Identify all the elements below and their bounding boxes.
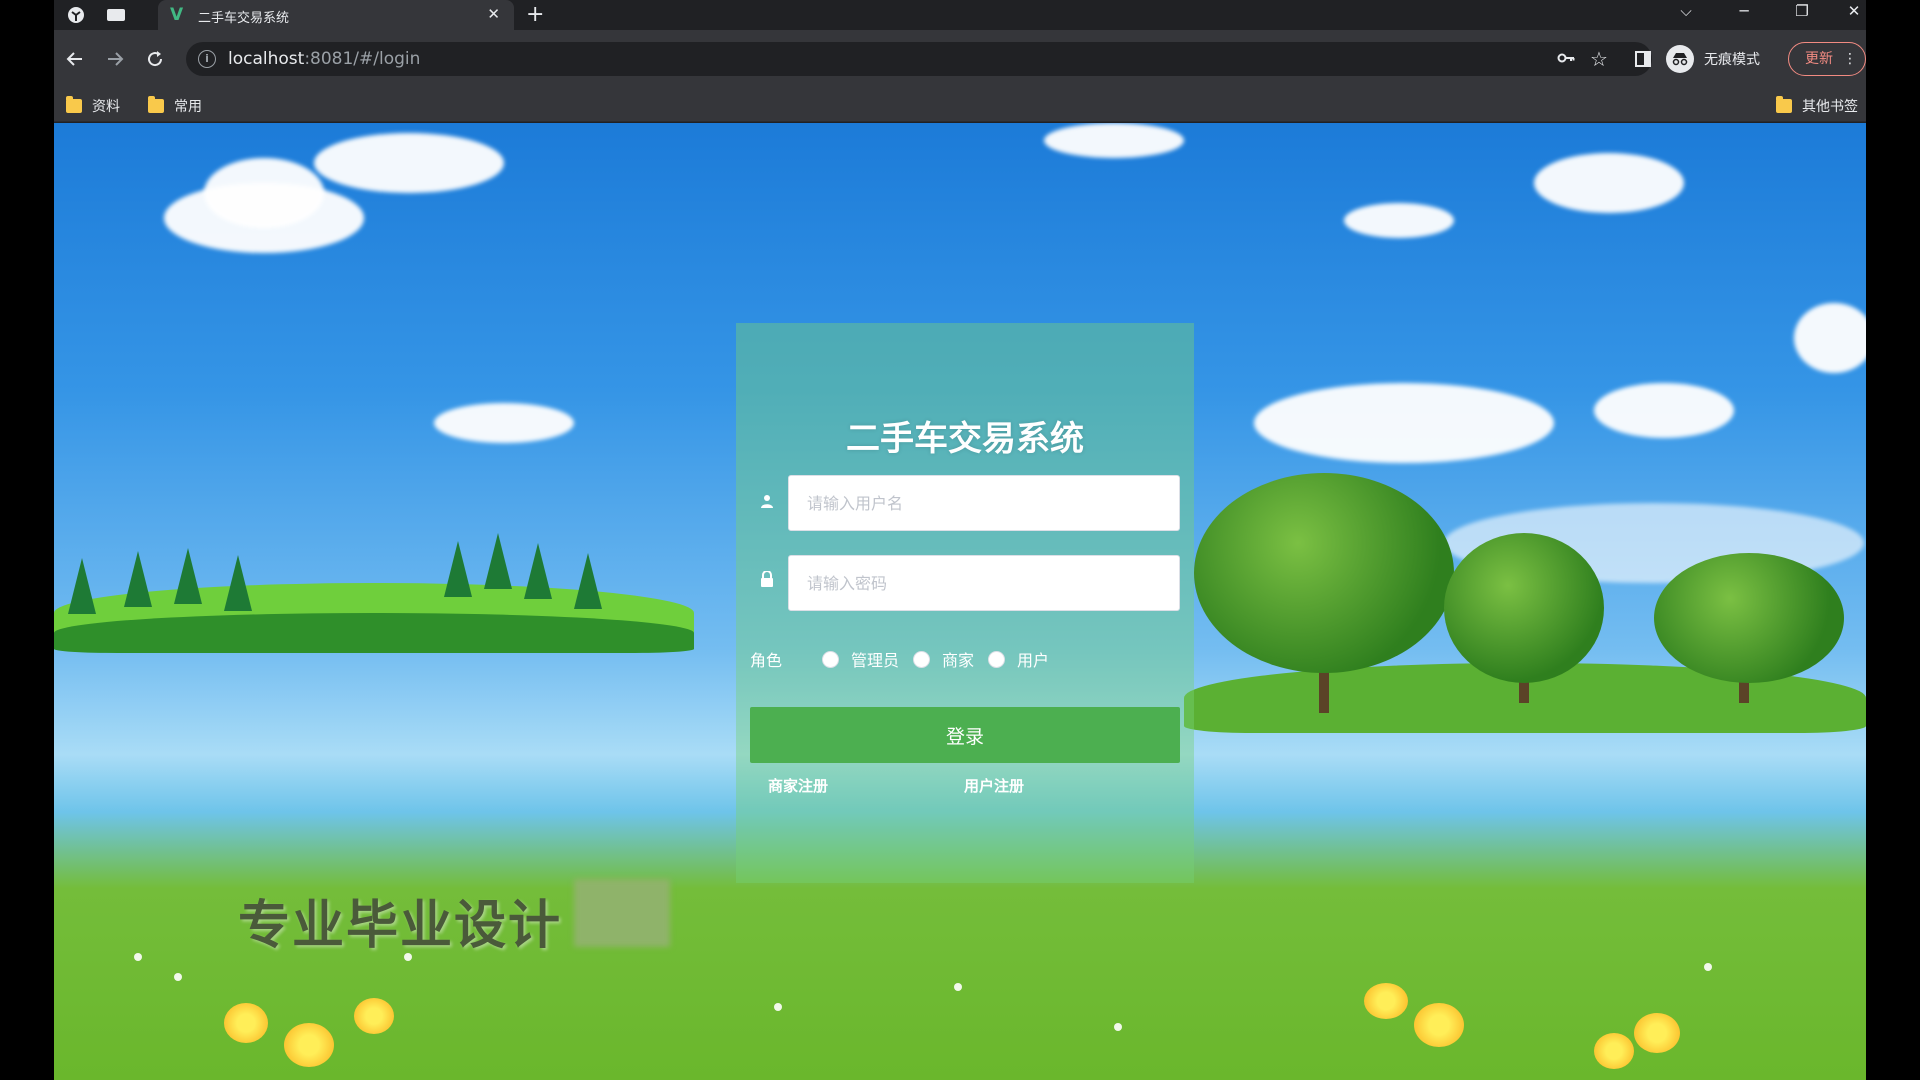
forward-icon[interactable]: [100, 44, 130, 74]
pine-tree: [444, 541, 472, 597]
bookmark-label: 常用: [174, 99, 202, 115]
pine-tree: [174, 548, 202, 604]
lock-icon: [760, 570, 774, 587]
left-island-bushes: [54, 613, 694, 653]
tab-strip: V 二手车交易系统 ✕ + ⌵ ─ ❐ ✕: [54, 0, 1866, 30]
role-option-label: 管理员: [851, 651, 900, 670]
minimize-icon[interactable]: ─: [1724, 2, 1764, 20]
flower: [284, 1023, 334, 1067]
user-icon: [760, 493, 774, 508]
restore-icon[interactable]: ❐: [1782, 2, 1822, 20]
tab-title: 二手车交易系统: [198, 11, 290, 26]
cloud: [1254, 383, 1554, 463]
key-icon[interactable]: [1556, 48, 1576, 73]
other-bookmarks[interactable]: 其他书签: [1776, 96, 1858, 116]
new-tab-icon[interactable]: +: [526, 2, 544, 27]
url-host: localhost: [228, 49, 305, 69]
tab-dropdown-icon[interactable]: ⌵: [1666, 2, 1706, 20]
login-button[interactable]: 登录: [750, 707, 1180, 763]
address-bar[interactable]: i localhost:8081/#/login ☆: [186, 42, 1652, 76]
star-icon[interactable]: ☆: [1590, 47, 1608, 71]
close-tab-icon[interactable]: ✕: [487, 5, 500, 23]
merchant-register-link[interactable]: 商家注册: [768, 775, 828, 796]
flower: [1364, 983, 1408, 1019]
browser-window: V 二手车交易系统 ✕ + ⌵ ─ ❐ ✕ i localhost:8081/#…: [54, 0, 1866, 1080]
side-panel-icon[interactable]: [1628, 44, 1658, 74]
folder-icon: [66, 96, 82, 113]
login-panel: 二手车交易系统 角色 管理员 商家: [736, 323, 1194, 883]
bookmarks-bar: 资料 常用 其他书签: [54, 88, 1866, 122]
incognito-icon: [1666, 45, 1694, 73]
role-label: 角色: [750, 651, 783, 670]
user-register-link[interactable]: 用户注册: [964, 775, 1024, 796]
folder-icon: [148, 96, 164, 113]
role-option-merchant[interactable]: 商家: [913, 647, 974, 671]
tab-active[interactable]: V 二手车交易系统 ✕: [158, 0, 514, 30]
system-title: 二手车交易系统: [846, 419, 1084, 459]
radio-icon[interactable]: [822, 650, 840, 668]
daisy: [1704, 963, 1712, 971]
cloud: [1344, 203, 1454, 238]
close-window-icon[interactable]: ✕: [1834, 2, 1866, 20]
tab-search-icon[interactable]: [104, 4, 128, 26]
browser-menu-icon[interactable]: [64, 4, 88, 26]
role-selector: 角色 管理员 商家 用户: [750, 647, 1063, 671]
flower: [354, 998, 394, 1034]
daisy: [134, 953, 142, 961]
password-input[interactable]: [788, 555, 1180, 611]
tree: [1654, 553, 1844, 683]
cloud: [1794, 303, 1866, 373]
radio-icon[interactable]: [988, 650, 1006, 668]
flower: [1634, 1013, 1680, 1053]
pine-tree: [524, 543, 552, 599]
tree: [1444, 533, 1604, 683]
cloud: [204, 158, 324, 228]
daisy: [1114, 1023, 1122, 1031]
pine-tree: [68, 558, 96, 614]
cloud: [1534, 153, 1684, 213]
other-bookmarks-label: 其他书签: [1802, 99, 1858, 115]
update-button[interactable]: 更新 ⋮: [1788, 42, 1866, 76]
daisy: [954, 983, 962, 991]
reload-icon[interactable]: [140, 44, 170, 74]
flower: [1594, 1033, 1634, 1069]
folder-icon: [1776, 96, 1792, 113]
cloud: [1044, 123, 1184, 158]
pine-tree: [574, 553, 602, 609]
incognito-label: 无痕模式: [1704, 52, 1760, 68]
url-path: :8081/#/login: [304, 49, 421, 69]
more-menu-icon[interactable]: ⋮: [1843, 43, 1857, 75]
bookmark-folder-2[interactable]: 常用: [148, 96, 202, 116]
tree: [1194, 473, 1454, 673]
browser-toolbar: i localhost:8081/#/login ☆ 无痕模式 更新 ⋮: [54, 30, 1866, 88]
pine-tree: [124, 551, 152, 607]
radio-icon[interactable]: [913, 650, 931, 668]
watermark-blur: [574, 879, 670, 947]
pine-tree: [484, 533, 512, 589]
daisy: [774, 1003, 782, 1011]
back-icon[interactable]: [60, 44, 90, 74]
flower: [1414, 1003, 1464, 1047]
role-option-user[interactable]: 用户: [988, 647, 1049, 671]
vue-logo-icon: V: [170, 5, 184, 25]
pine-tree: [224, 555, 252, 611]
role-option-label: 商家: [942, 651, 975, 670]
login-page: 专业毕业设计 二手车交易系统 角色 管理员 商家: [54, 123, 1866, 1080]
flower: [224, 1003, 268, 1043]
cloud: [434, 403, 574, 443]
cloud: [1594, 383, 1734, 438]
username-input[interactable]: [788, 475, 1180, 531]
watermark-text: 专业毕业设计: [238, 896, 563, 956]
update-label: 更新: [1805, 51, 1833, 67]
site-info-icon[interactable]: i: [198, 50, 216, 68]
role-option-admin[interactable]: 管理员: [822, 647, 899, 671]
cloud: [314, 133, 504, 193]
bookmark-folder-1[interactable]: 资料: [66, 96, 120, 116]
daisy: [174, 973, 182, 981]
incognito-indicator[interactable]: 无痕模式: [1666, 43, 1760, 75]
role-option-label: 用户: [1017, 651, 1050, 670]
bookmark-label: 资料: [92, 99, 120, 115]
url-text: localhost:8081/#/login: [228, 49, 420, 69]
